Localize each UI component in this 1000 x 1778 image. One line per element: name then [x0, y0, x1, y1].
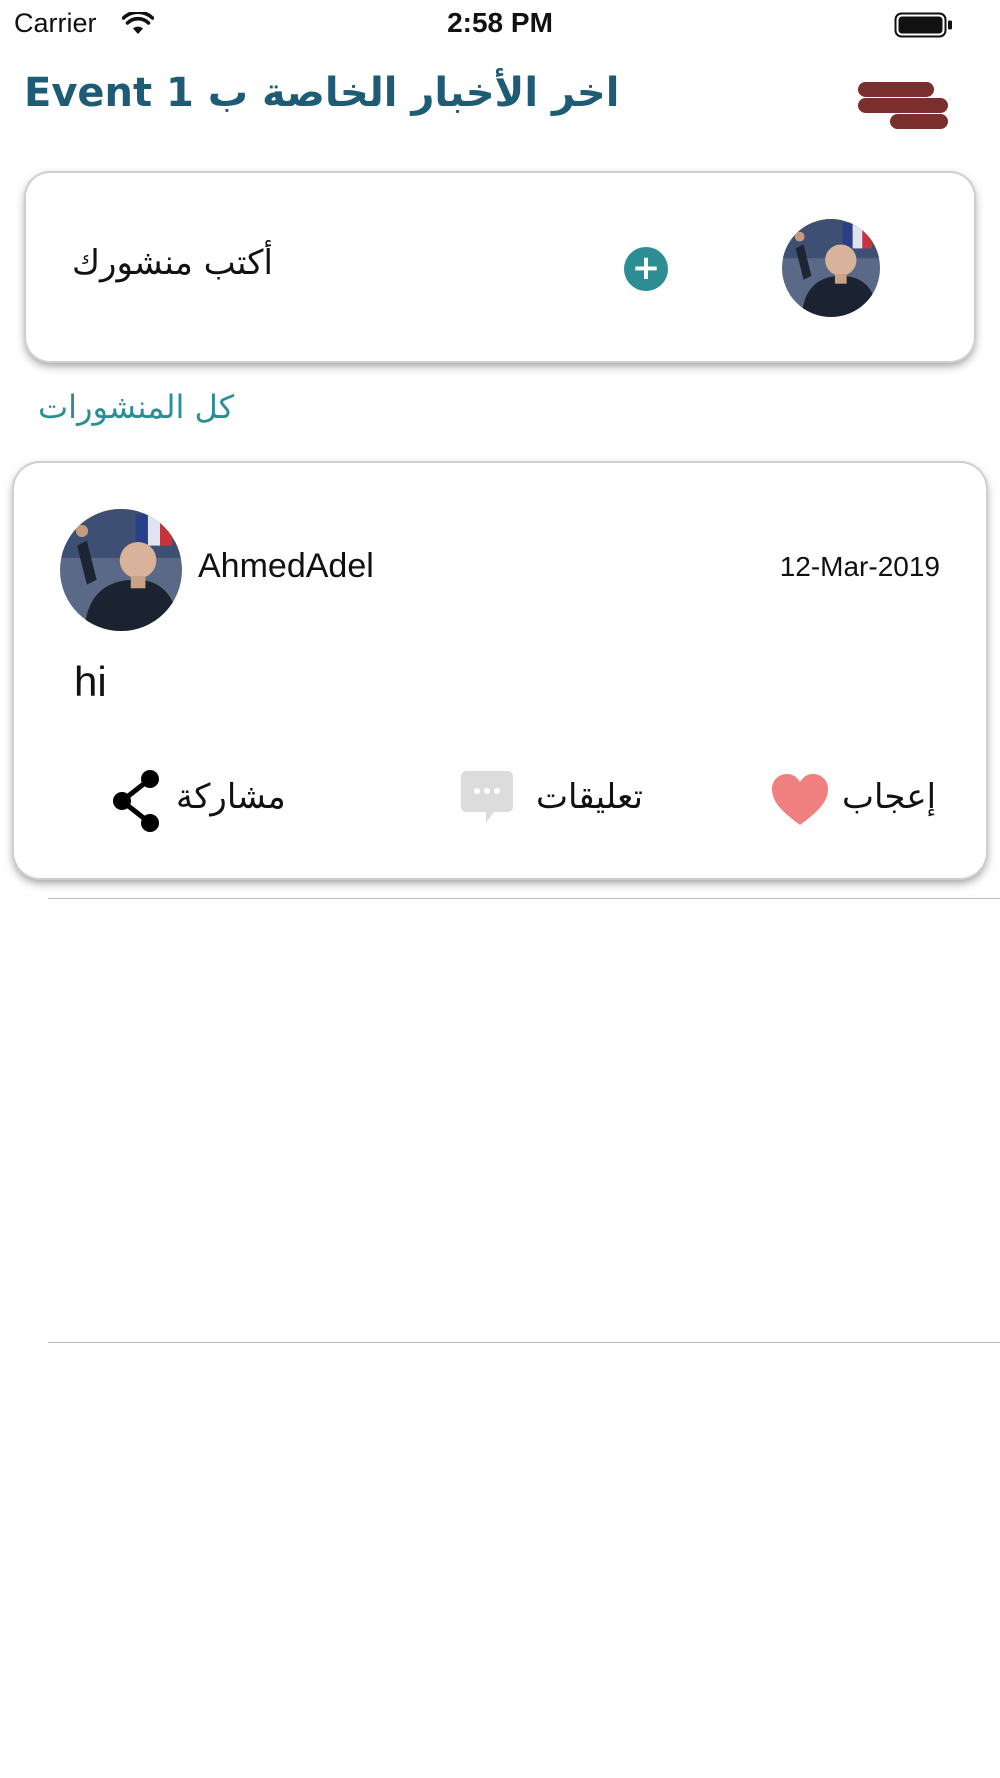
comments-button[interactable]: تعليقات: [460, 763, 670, 833]
avatar: [782, 219, 880, 317]
post-body: hi: [74, 658, 107, 705]
share-icon: [113, 770, 159, 832]
like-label: إعجاب: [842, 777, 937, 817]
post-author[interactable]: AhmedAdel: [198, 547, 374, 586]
composer-card[interactable]: أكتب منشورك +: [26, 173, 974, 361]
battery-icon: [894, 12, 952, 38]
comment-icon: [461, 771, 513, 823]
page-title: اخر الأخبار الخاصة ب Event 1: [24, 70, 620, 116]
add-post-button[interactable]: +: [624, 247, 668, 291]
status-bar: Carrier 2:58 PM: [0, 0, 1000, 50]
heart-icon: [772, 774, 828, 825]
comments-label: تعليقات: [536, 777, 643, 817]
share-label: مشاركة: [176, 777, 286, 817]
post-date: 12-Mar-2019: [779, 551, 940, 582]
avatar-photo: [60, 509, 182, 631]
menu-button[interactable]: [852, 70, 948, 132]
header: اخر الأخبار الخاصة ب Event 1: [0, 60, 1000, 140]
share-button[interactable]: مشاركة: [110, 763, 310, 833]
post-card: AhmedAdel 12-Mar-2019 hi مشاركة تعليقات …: [14, 463, 986, 878]
plus-icon: +: [631, 248, 661, 288]
composer-placeholder[interactable]: أكتب منشورك: [72, 243, 273, 283]
divider: [48, 898, 1000, 899]
status-time: 2:58 PM: [447, 7, 553, 38]
divider: [48, 1342, 1000, 1343]
all-posts-label[interactable]: كل المنشورات: [38, 388, 234, 426]
author-avatar[interactable]: [60, 509, 182, 631]
avatar-photo: [782, 219, 880, 317]
like-button[interactable]: إعجاب: [770, 763, 950, 833]
